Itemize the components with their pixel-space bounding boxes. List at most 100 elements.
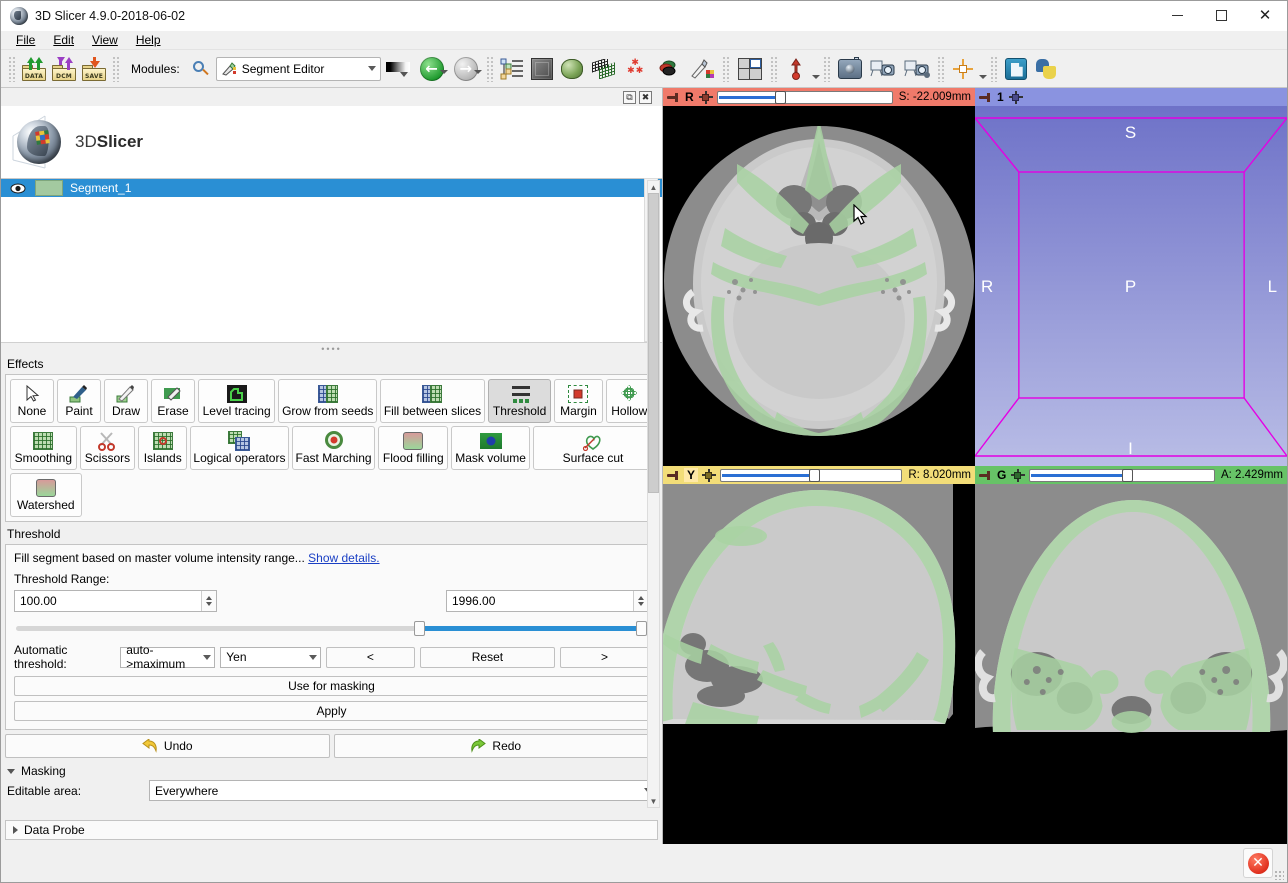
subject-hierarchy-button[interactable]: [497, 54, 527, 84]
pin-icon[interactable]: [667, 469, 680, 482]
panel-scrollbar[interactable]: ▲ ▼: [647, 180, 660, 808]
menu-edit[interactable]: Edit: [44, 31, 83, 49]
maximize-button[interactable]: [1199, 0, 1243, 31]
toolbar-grip-3[interactable]: [485, 55, 494, 82]
scroll-down-icon[interactable]: ▼: [648, 795, 659, 807]
masking-section-header[interactable]: Masking: [1, 758, 662, 780]
slice-visibility-icon[interactable]: [1011, 468, 1026, 482]
effect-paint-button[interactable]: Paint: [57, 379, 101, 423]
scene-views-button[interactable]: [866, 54, 900, 84]
stepper-up-icon[interactable]: [206, 596, 212, 600]
effect-grow-from-seeds-button[interactable]: Grow from seeds: [278, 379, 378, 423]
screenshot-button[interactable]: [834, 54, 866, 84]
effect-erase-button[interactable]: Erase: [151, 379, 195, 423]
effect-hollow-button[interactable]: Hollow: [605, 379, 653, 423]
apply-button[interactable]: Apply: [14, 701, 649, 721]
segment-name[interactable]: Segment_1: [66, 181, 131, 195]
stepper-down-icon[interactable]: [206, 602, 212, 606]
editable-area-select[interactable]: Everywhere: [149, 780, 656, 801]
slice-canvas-green[interactable]: [975, 484, 1287, 844]
load-dicom-button[interactable]: DCM: [49, 54, 79, 84]
segment-color-swatch[interactable]: [35, 180, 63, 196]
effect-none-button[interactable]: None: [10, 379, 54, 423]
extension-manager-button[interactable]: [1001, 54, 1031, 84]
crosshair-chevron-down-icon[interactable]: [978, 75, 987, 79]
auto-mode-select[interactable]: auto->maximum: [120, 643, 216, 671]
slice-offset-slider-yellow[interactable]: [720, 468, 903, 482]
minimize-button[interactable]: [1155, 0, 1199, 31]
load-data-button[interactable]: DATA: [19, 54, 49, 84]
module-selector[interactable]: Segment Editor: [215, 56, 381, 81]
error-log-button[interactable]: ✕: [1243, 848, 1273, 878]
redo-button[interactable]: Redo: [333, 734, 658, 758]
stepper-up-icon[interactable]: [638, 596, 644, 600]
annotations-button[interactable]: [685, 54, 719, 84]
data-probe-section[interactable]: Data Probe: [5, 820, 658, 840]
panel-scrollbar-thumb[interactable]: [648, 193, 659, 493]
effect-fill-between-slices-button[interactable]: Fill between slices: [380, 379, 485, 423]
crosshair-button[interactable]: [948, 54, 978, 84]
mouse-mode-chevron-down-icon[interactable]: [811, 75, 820, 79]
toolbar-grip-8[interactable]: [989, 55, 998, 82]
slice-offset-slider-red[interactable]: [716, 90, 893, 104]
segment-visibility-icon[interactable]: [1, 183, 35, 194]
show-details-link[interactable]: Show details.: [308, 551, 379, 565]
effect-flood-filling-button[interactable]: Flood filling: [378, 426, 449, 470]
slice-visibility-icon[interactable]: [698, 90, 713, 104]
registration-button[interactable]: ✱ ✱✱: [621, 54, 651, 84]
models-button[interactable]: [557, 54, 587, 84]
effect-level-tracing-button[interactable]: Level tracing: [198, 379, 276, 423]
threshold-max-spinbox[interactable]: 1996.00: [446, 590, 649, 612]
mouse-mode-button[interactable]: [781, 54, 811, 84]
toolbar-grip[interactable]: [8, 55, 16, 82]
next-module-button[interactable]: →: [449, 54, 483, 84]
threshold-min-stepper[interactable]: [201, 591, 216, 611]
scroll-up-icon[interactable]: ▲: [648, 181, 659, 193]
save-data-button[interactable]: SAVE: [79, 54, 109, 84]
close-panel-icon[interactable]: ✖: [639, 90, 652, 104]
effect-scissors-button[interactable]: Scissors: [79, 426, 136, 470]
previous-module-button[interactable]: ←: [415, 54, 449, 84]
threshold-reset-button[interactable]: Reset: [419, 646, 556, 668]
volume-rendering-button[interactable]: [527, 54, 557, 84]
resize-grip[interactable]: [1274, 870, 1284, 880]
scene-views-capture-button[interactable]: [900, 54, 934, 84]
threshold-range-slider[interactable]: [16, 621, 647, 636]
effect-margin-button[interactable]: Margin: [554, 379, 603, 423]
toolbar-grip-6[interactable]: [822, 55, 831, 82]
effect-surface-cut-button[interactable]: Surface cut: [533, 426, 653, 470]
effect-fast-marching-button[interactable]: Fast Marching: [291, 426, 376, 470]
window-level-button[interactable]: [381, 54, 415, 84]
toolbar-grip-7[interactable]: [936, 55, 945, 82]
pin-icon[interactable]: [979, 91, 992, 104]
python-console-button[interactable]: [1031, 54, 1061, 84]
threshold-prev-button[interactable]: <: [325, 646, 415, 668]
menu-help[interactable]: Help: [127, 31, 170, 49]
table-row[interactable]: Segment_1: [1, 179, 662, 197]
slice-canvas-red[interactable]: [663, 106, 975, 466]
threshold-min-value[interactable]: 100.00: [15, 594, 201, 608]
effect-threshold-button[interactable]: Threshold: [487, 379, 552, 423]
threshold-max-stepper[interactable]: [633, 591, 648, 611]
toolbar-grip-4[interactable]: [721, 55, 730, 82]
effect-smoothing-button[interactable]: Smoothing: [10, 426, 77, 470]
slider-handle-max[interactable]: [636, 621, 647, 636]
close-button[interactable]: ✕: [1243, 0, 1287, 31]
layout-button[interactable]: [733, 54, 767, 84]
effect-mask-volume-button[interactable]: Mask volume: [451, 426, 530, 470]
effect-islands-button[interactable]: Islands: [138, 426, 188, 470]
slider-handle-min[interactable]: [413, 621, 425, 636]
effect-logical-operators-button[interactable]: Logical operators: [190, 426, 289, 470]
threshold-min-spinbox[interactable]: 100.00: [14, 590, 217, 612]
pin-icon[interactable]: [979, 469, 992, 482]
module-search-button[interactable]: [186, 54, 216, 84]
threshold-next-button[interactable]: >: [560, 646, 649, 668]
undock-panel-icon[interactable]: ⧉: [623, 90, 636, 104]
effect-watershed-button[interactable]: Watershed: [10, 473, 82, 517]
undo-button[interactable]: Undo: [5, 734, 330, 758]
use-for-masking-button[interactable]: Use for masking: [14, 676, 649, 696]
markups-button[interactable]: [651, 54, 685, 84]
threed-canvas[interactable]: S I R L P: [975, 106, 1287, 466]
toolbar-grip-5[interactable]: [769, 55, 778, 82]
auto-method-select[interactable]: Yen: [220, 646, 321, 668]
